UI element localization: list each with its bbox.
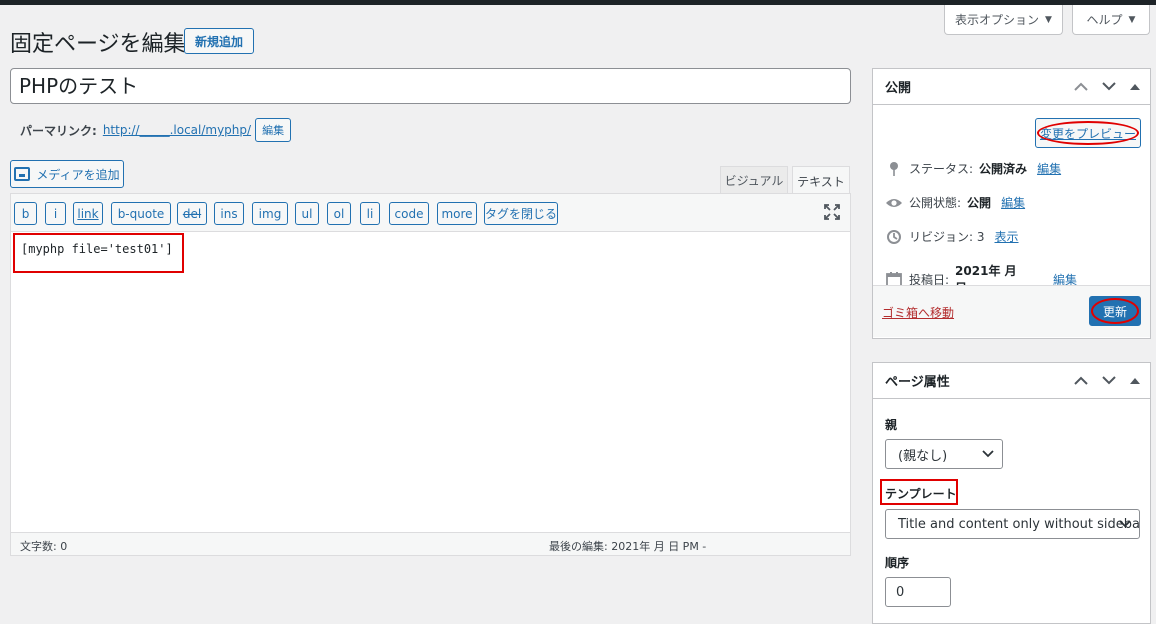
qt-link-button[interactable]: link — [73, 202, 103, 225]
last-edited: 最後の編集: 2021年 月 日 PM - — [549, 540, 707, 553]
page-attributes-title: ページ属性 — [885, 375, 950, 390]
move-up-icon[interactable] — [1074, 82, 1088, 91]
qt-bold-button[interactable]: b — [14, 202, 37, 225]
editor: b i link b-quote del ins img ul ol li co… — [10, 193, 851, 556]
highlight-box — [13, 233, 184, 273]
publish-box-title: 公開 — [885, 81, 912, 96]
collapse-toggle-icon[interactable] — [1130, 83, 1140, 90]
revisions-link[interactable]: 表示 — [995, 228, 1019, 245]
help-label: ヘルプ — [1086, 13, 1123, 27]
publish-box-header: 公開 — [873, 69, 1150, 105]
editor-status-bar: 文字数: 0 最後の編集: 2021年 月 日 PM - — [11, 532, 850, 555]
tab-visual[interactable]: ビジュアル — [720, 166, 788, 194]
qt-bquote-button[interactable]: b-quote — [111, 202, 171, 225]
qt-ul-button[interactable]: ul — [295, 202, 319, 225]
move-down-icon[interactable] — [1102, 82, 1116, 91]
chevron-down-icon — [982, 450, 994, 458]
permalink-label: パーマリンク: — [20, 123, 97, 138]
help-button[interactable]: ヘルプ ▼ — [1072, 5, 1150, 35]
post-title-input[interactable]: PHPのテスト — [10, 68, 851, 104]
permalink-link[interactable]: http://_____.local/myphp/ — [103, 123, 251, 137]
box-controls — [1074, 82, 1140, 91]
qt-more-button[interactable]: more — [437, 202, 477, 225]
qt-code-button[interactable]: code — [389, 202, 429, 225]
status-row: ステータス: 公開済み 編集 — [885, 160, 1061, 177]
eye-icon — [885, 197, 903, 209]
box-controls — [1074, 376, 1140, 385]
publish-box: 公開 変更をプレビュー ステータス: 公開済み 編集 公開状態: 公開 編集 リ… — [872, 68, 1151, 339]
template-select[interactable]: Title and content only without sidebar — [885, 509, 1140, 539]
fullscreen-icon[interactable] — [823, 203, 841, 221]
template-select-value: Title and content only without sidebar — [898, 516, 1140, 532]
order-input[interactable]: 0 — [885, 577, 951, 607]
screen-options-button[interactable]: 表示オプション ▼ — [944, 5, 1063, 35]
order-label: 順序 — [885, 556, 910, 570]
word-count: 文字数: 0 — [20, 540, 68, 553]
add-media-button[interactable]: メディアを追加 — [10, 160, 124, 188]
visibility-row: 公開状態: 公開 編集 — [885, 194, 1025, 211]
page-title: 固定ページを編集 — [10, 32, 186, 57]
status-edit-link[interactable]: 編集 — [1037, 160, 1061, 177]
qt-italic-button[interactable]: i — [45, 202, 66, 225]
history-icon — [885, 229, 903, 245]
caret-down-icon: ▼ — [1128, 14, 1136, 25]
collapse-toggle-icon[interactable] — [1130, 377, 1140, 384]
screen-options-label: 表示オプション — [955, 13, 1040, 27]
pin-icon — [885, 161, 903, 177]
page-attributes-header: ページ属性 — [873, 363, 1150, 399]
qt-ol-button[interactable]: ol — [327, 202, 351, 225]
quicktags-toolbar: b i link b-quote del ins img ul ol li co… — [11, 194, 850, 232]
qt-ins-button[interactable]: ins — [214, 202, 244, 225]
qt-del-button[interactable]: del — [177, 202, 207, 225]
chevron-down-icon — [1119, 520, 1131, 528]
revisions-label: リビジョン: 3 — [909, 230, 985, 244]
parent-label: 親 — [885, 418, 898, 432]
qt-img-button[interactable]: img — [252, 202, 288, 225]
tab-text[interactable]: テキスト — [792, 166, 850, 195]
permalink-row: パーマリンク: http://_____.local/myphp/ 編集 — [20, 118, 292, 142]
parent-select-value: (親なし) — [898, 448, 948, 464]
revisions-row: リビジョン: 3 表示 — [885, 228, 1019, 245]
move-to-trash-link[interactable]: ゴミ箱へ移動 — [882, 304, 954, 321]
add-media-label: メディアを追加 — [36, 167, 120, 182]
add-new-button[interactable]: 新規追加 — [184, 28, 254, 54]
media-icon — [14, 167, 31, 181]
highlight-box — [880, 479, 958, 505]
parent-select[interactable]: (親なし) — [885, 439, 1003, 469]
status-value: 公開済み — [979, 162, 1028, 176]
page-attributes-box: ページ属性 親 (親なし) テンプレート Title and content o… — [872, 362, 1151, 624]
qt-close-tags-button[interactable]: タグを閉じる — [484, 202, 558, 225]
permalink-edit-button[interactable]: 編集 — [255, 118, 292, 142]
move-down-icon[interactable] — [1102, 376, 1116, 385]
publish-actions: ゴミ箱へ移動 更新 — [873, 285, 1150, 337]
qt-li-button[interactable]: li — [360, 202, 380, 225]
visibility-label: 公開状態: — [909, 196, 962, 210]
visibility-value: 公開 — [967, 196, 992, 210]
caret-down-icon: ▼ — [1045, 14, 1052, 25]
visibility-edit-link[interactable]: 編集 — [1001, 194, 1025, 211]
status-label: ステータス: — [909, 162, 974, 176]
move-up-icon[interactable] — [1074, 376, 1088, 385]
highlight-ellipse — [1037, 121, 1139, 145]
highlight-ellipse — [1091, 298, 1139, 324]
